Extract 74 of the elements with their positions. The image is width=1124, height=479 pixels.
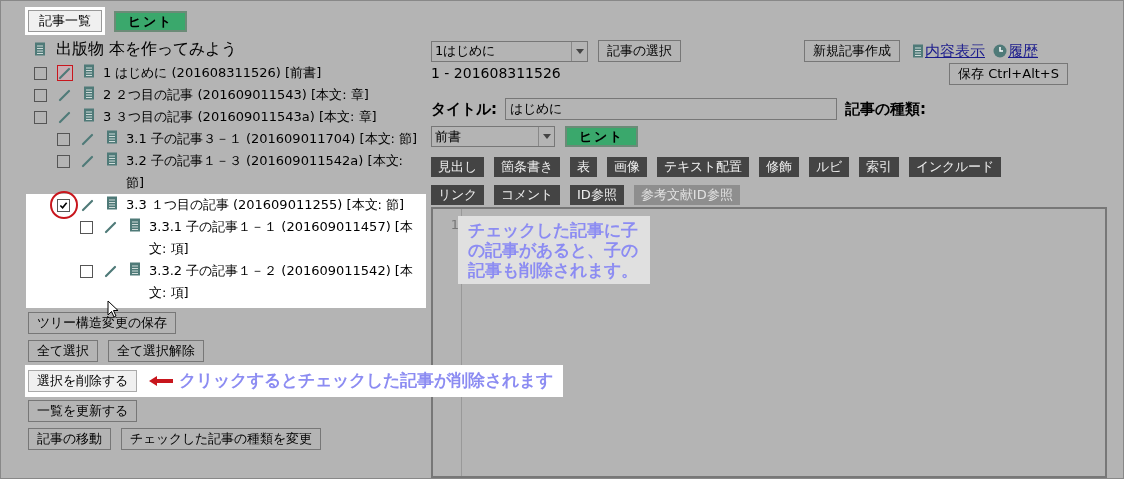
pencil-icon[interactable]: [57, 109, 73, 125]
save-button[interactable]: 保存 Ctrl+Alt+S: [949, 62, 1068, 85]
checkbox[interactable]: [80, 220, 93, 234]
document-icon: [83, 86, 95, 100]
hint-button[interactable]: ヒント: [565, 125, 638, 147]
document-icon: [106, 196, 118, 210]
article-title[interactable]: 3.3.1 子の記事１－１ (201609011457) [本文: 項]: [149, 216, 426, 260]
article-select[interactable]: 1はじめに: [431, 40, 588, 62]
document-icon: [129, 262, 141, 276]
article-title[interactable]: 3.3 １つ目の記事 (201609011255) [本文: 節]: [126, 194, 426, 216]
toolbar-button[interactable]: コメント: [494, 185, 560, 205]
pencil-icon[interactable]: [57, 87, 73, 103]
action-button[interactable]: 記事の移動: [28, 427, 111, 450]
clock-icon: [993, 44, 1007, 58]
document-icon: [912, 44, 924, 58]
select-article-button[interactable]: 記事の選択: [598, 40, 681, 62]
caret-icon[interactable]: [538, 126, 554, 146]
checkbox[interactable]: [80, 264, 93, 278]
article-title[interactable]: 2 ２つ目の記事 (201609011543) [本文: 章]: [103, 84, 426, 106]
checkbox[interactable]: [57, 154, 70, 168]
publication-title: 出版物 本を作ってみよう: [56, 38, 238, 60]
document-icon: [106, 152, 118, 166]
annotation-note: チェックした記事に子の記事があると、子の記事も削除されます。: [458, 216, 650, 284]
document-icon: [129, 218, 141, 232]
article-id: 1 - 201608311526: [431, 64, 561, 84]
title-field[interactable]: はじめに: [505, 98, 837, 121]
document-icon: [83, 108, 95, 122]
article-list-button[interactable]: 記事一覧: [28, 10, 102, 32]
document-icon: [83, 64, 95, 78]
toolbar-button[interactable]: リンク: [431, 185, 484, 205]
checkbox[interactable]: [57, 198, 70, 212]
article-title[interactable]: 1 はじめに (201608311526) [前書]: [103, 62, 426, 84]
checkbox[interactable]: [34, 88, 47, 102]
line-number: 1: [450, 216, 459, 234]
pencil-icon[interactable]: [80, 153, 96, 169]
link[interactable]: 履歴: [1008, 39, 1038, 63]
document-icon: [106, 130, 118, 144]
toolbar-button[interactable]: テキスト配置: [657, 157, 749, 177]
field-label: タイトル:: [431, 99, 497, 121]
action-button[interactable]: 一覧を更新する: [28, 399, 137, 422]
pencil-icon[interactable]: [80, 197, 96, 213]
article-title[interactable]: 3 ３つ目の記事 (201609011543a) [本文: 章]: [103, 106, 426, 128]
toolbar-button[interactable]: ID参照: [570, 185, 624, 205]
article-title[interactable]: 3.3.2 子の記事１－２ (201609011542) [本文: 項]: [149, 260, 426, 304]
caret-icon[interactable]: [571, 41, 587, 61]
arrow-icon: [149, 375, 173, 386]
toolbar-button[interactable]: 索引: [859, 157, 899, 177]
action-button[interactable]: ツリー構造変更の保存: [28, 312, 176, 334]
field-label: 記事の種類:: [845, 99, 926, 121]
toolbar-button[interactable]: ルビ: [809, 157, 849, 177]
checkbox[interactable]: [57, 132, 70, 146]
pencil-icon[interactable]: [80, 131, 96, 147]
toolbar-button[interactable]: 画像: [607, 157, 647, 177]
checkbox[interactable]: [34, 110, 47, 124]
checkbox[interactable]: [34, 66, 47, 80]
new-article-button[interactable]: 新規記事作成: [804, 40, 900, 62]
action-button[interactable]: 全て選択解除: [108, 340, 204, 362]
toolbar-button[interactable]: 見出し: [431, 157, 484, 177]
action-button[interactable]: チェックした記事の種類を変更: [121, 427, 321, 450]
type-select[interactable]: 前書: [431, 125, 555, 147]
toolbar-button[interactable]: 箇条書き: [494, 157, 560, 177]
link[interactable]: 内容表示: [925, 39, 985, 63]
hint-button[interactable]: ヒント: [114, 10, 187, 32]
pencil-icon[interactable]: [103, 219, 119, 235]
toolbar-button[interactable]: 表: [570, 157, 597, 177]
action-button[interactable]: 選択を削除する: [28, 369, 137, 392]
pencil-icon[interactable]: [103, 263, 119, 279]
article-title[interactable]: 3.2 子の記事１－３ (201609011542a) [本文: 節]: [126, 150, 426, 194]
action-button[interactable]: 全て選択: [28, 340, 98, 362]
toolbar-button[interactable]: 修飾: [759, 157, 799, 177]
toolbar-button[interactable]: インクルード: [909, 157, 1001, 177]
article-title[interactable]: 3.1 子の記事３－１ (201609011704) [本文: 節]: [126, 128, 426, 150]
pencil-icon[interactable]: [57, 65, 73, 81]
document-icon: [34, 42, 46, 56]
